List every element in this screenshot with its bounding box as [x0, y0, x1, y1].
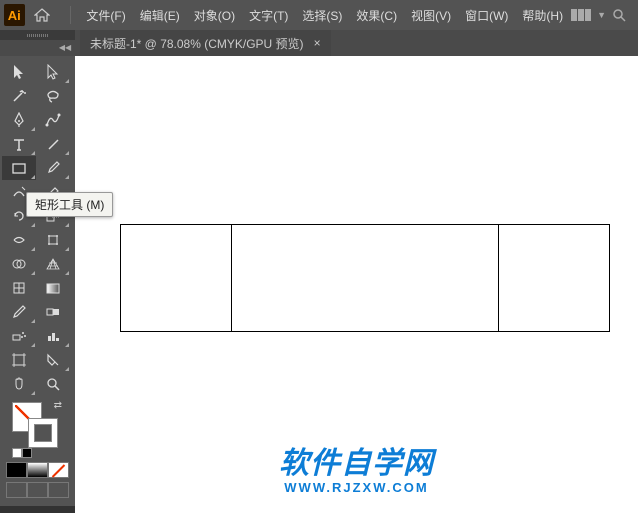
default-fill-stroke-icon[interactable] — [12, 448, 32, 458]
free-transform-tool[interactable] — [36, 228, 70, 252]
watermark-title: 软件自学网 — [279, 438, 434, 482]
draw-mode-behind[interactable] — [27, 482, 48, 498]
panel-grip[interactable] — [0, 30, 75, 40]
line-segment-tool[interactable] — [36, 132, 70, 156]
rect-right[interactable] — [498, 224, 610, 332]
color-mode-solid[interactable] — [6, 462, 27, 478]
menu-edit[interactable]: 编辑(E) — [134, 3, 186, 28]
color-mode-none[interactable] — [48, 462, 69, 478]
gradient-tool[interactable] — [36, 276, 70, 300]
menu-file[interactable]: 文件(F) — [80, 3, 131, 28]
mesh-tool[interactable] — [2, 276, 36, 300]
toolbox-collapse-icon[interactable]: ◀◀ — [58, 40, 72, 54]
swap-fill-stroke-icon[interactable]: ⇄ — [54, 400, 62, 411]
eyedropper-tool[interactable] — [2, 300, 36, 324]
menu-bar: Ai 文件(F) 编辑(E) 对象(O) 文字(T) 选择(S) 效果(C) 视… — [0, 0, 638, 30]
menu-select[interactable]: 选择(S) — [296, 3, 348, 28]
workspace-switcher-icon[interactable] — [571, 9, 591, 21]
curvature-tool[interactable] — [36, 108, 70, 132]
lasso-tool[interactable] — [36, 84, 70, 108]
blend-tool[interactable] — [36, 300, 70, 324]
selection-tool[interactable] — [2, 60, 36, 84]
draw-mode-inside[interactable] — [48, 482, 69, 498]
document-tab-title: 未标题-1* @ 78.08% (CMYK/GPU 预览) — [90, 35, 304, 52]
close-icon[interactable]: × — [314, 36, 321, 50]
perspective-grid-tool[interactable] — [36, 252, 70, 276]
app-logo: Ai — [4, 4, 25, 26]
column-graph-tool[interactable] — [36, 324, 70, 348]
width-tool[interactable] — [2, 228, 36, 252]
shape-builder-tool[interactable] — [2, 252, 36, 276]
document-tab[interactable]: 未标题-1* @ 78.08% (CMYK/GPU 预览) × — [80, 30, 331, 56]
paintbrush-tool[interactable] — [36, 156, 70, 180]
draw-mode-normal[interactable] — [6, 482, 27, 498]
artboard-tool[interactable] — [2, 348, 36, 372]
symbol-sprayer-tool[interactable] — [2, 324, 36, 348]
document-tab-bar: 未标题-1* @ 78.08% (CMYK/GPU 预览) × — [0, 30, 638, 56]
home-icon[interactable] — [33, 3, 52, 27]
slice-tool[interactable] — [36, 348, 70, 372]
tool-tooltip: 矩形工具 (M) — [26, 192, 113, 217]
watermark-url: WWW.RJZXW.COM — [279, 480, 434, 495]
menu-view[interactable]: 视图(V) — [405, 3, 457, 28]
hand-tool[interactable] — [2, 372, 36, 396]
menu-window[interactable]: 窗口(W) — [459, 3, 514, 28]
toolbox: ⇄ — [0, 56, 75, 506]
rectangle-tool[interactable] — [2, 156, 36, 180]
pen-tool[interactable] — [2, 108, 36, 132]
menu-effect[interactable]: 效果(C) — [350, 3, 403, 28]
color-mode-gradient[interactable] — [27, 462, 48, 478]
search-icon[interactable] — [612, 8, 626, 22]
chevron-down-icon[interactable]: ▼ — [597, 10, 606, 20]
direct-selection-tool[interactable] — [36, 60, 70, 84]
type-tool[interactable] — [2, 132, 36, 156]
magic-wand-tool[interactable] — [2, 84, 36, 108]
watermark: 软件自学网 WWW.RJZXW.COM — [279, 438, 434, 495]
stroke-swatch[interactable] — [28, 418, 58, 448]
rect-left[interactable] — [120, 224, 232, 332]
menu-help[interactable]: 帮助(H) — [516, 3, 569, 28]
menu-object[interactable]: 对象(O) — [188, 3, 241, 28]
menu-type[interactable]: 文字(T) — [243, 3, 294, 28]
color-swatch-block: ⇄ — [2, 396, 73, 502]
menu-separator — [70, 6, 71, 24]
zoom-tool[interactable] — [36, 372, 70, 396]
canvas[interactable]: 软件自学网 WWW.RJZXW.COM — [75, 56, 638, 513]
